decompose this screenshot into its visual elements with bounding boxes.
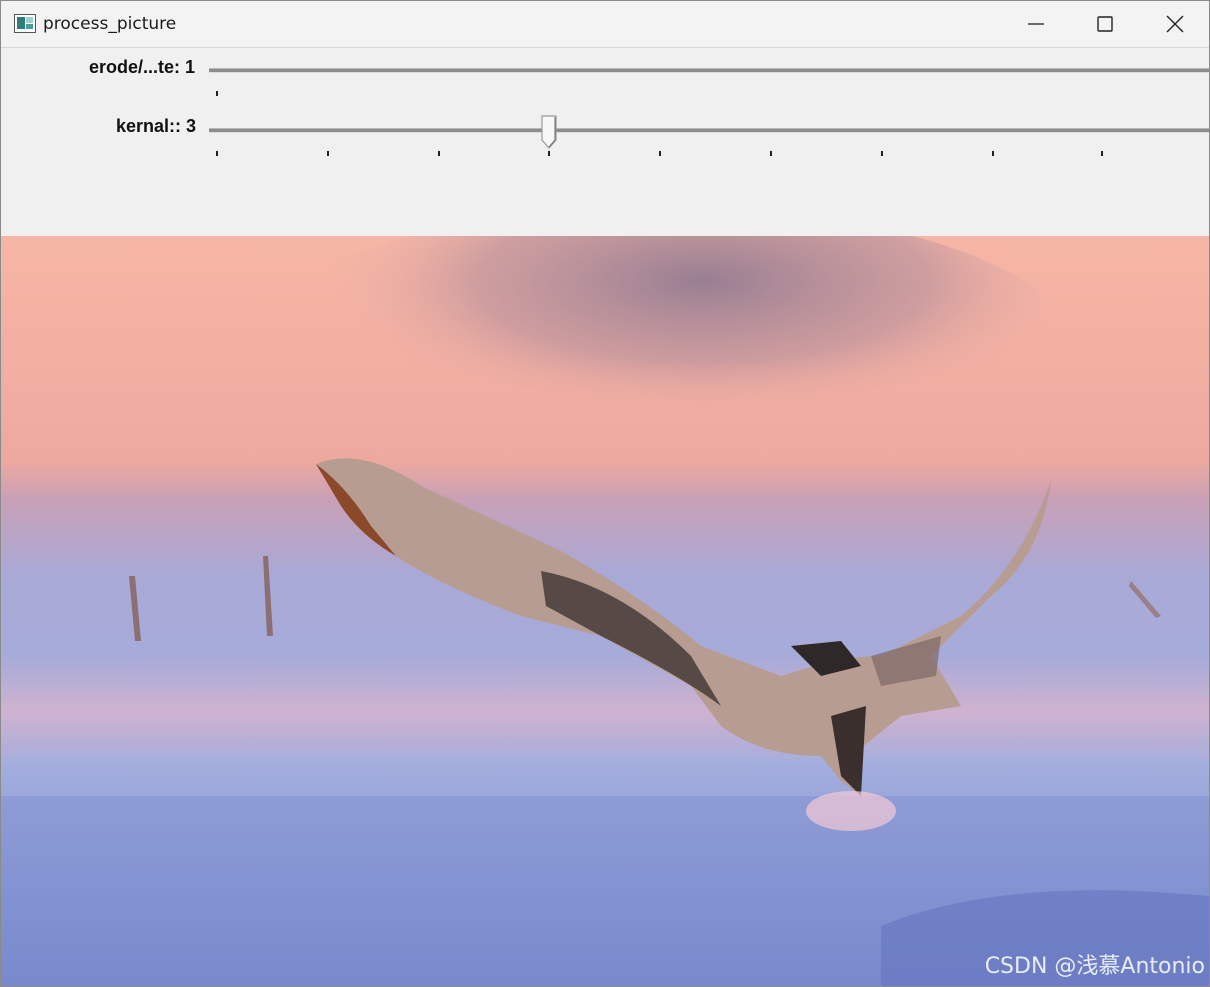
trackbar-kernal-tick: [548, 151, 550, 156]
close-button[interactable]: [1140, 1, 1209, 47]
trackbar-kernal-tick: [881, 151, 883, 156]
trackbar-kernal-tick: [770, 151, 772, 156]
trackbar-kernal-tick: [992, 151, 994, 156]
processed-image-view: CSDN @浅慕Antonio: [1, 236, 1209, 986]
trackbar-erode-slider[interactable]: [209, 68, 1209, 73]
trackbar-kernal-tick: [327, 151, 329, 156]
maximize-icon: [1097, 16, 1113, 32]
minimize-button[interactable]: [1001, 1, 1071, 47]
trackbar-kernal-thumb[interactable]: [541, 115, 557, 149]
minimize-icon: [1028, 23, 1044, 25]
csdn-watermark: CSDN @浅慕Antonio: [984, 954, 1205, 979]
window-title: process_picture: [43, 14, 177, 34]
trackbar-kernal-tick: [659, 151, 661, 156]
trackbar-kernal-tick: [216, 151, 218, 156]
trackbar-panel: erode/...te: 1 kernal:: 3: [1, 48, 1209, 236]
trackbar-erode-tick: [216, 91, 218, 96]
maximize-button[interactable]: [1070, 1, 1140, 47]
trackbar-kernal-slider[interactable]: [209, 128, 1209, 133]
title-bar[interactable]: process_picture: [1, 1, 1209, 48]
close-icon: [1166, 15, 1184, 33]
trackbar-erode-label: erode/...te: 1: [88, 57, 195, 77]
app-window-icon: [14, 14, 36, 33]
trackbar-kernal-label: kernal:: 3: [115, 116, 196, 136]
process-picture-window: process_picture erode/...te: 1 kernal:: …: [0, 0, 1210, 987]
trackbar-kernal-tick: [1101, 151, 1103, 156]
hawk-photo: [1, 236, 1209, 986]
trackbar-kernal-tick: [438, 151, 440, 156]
